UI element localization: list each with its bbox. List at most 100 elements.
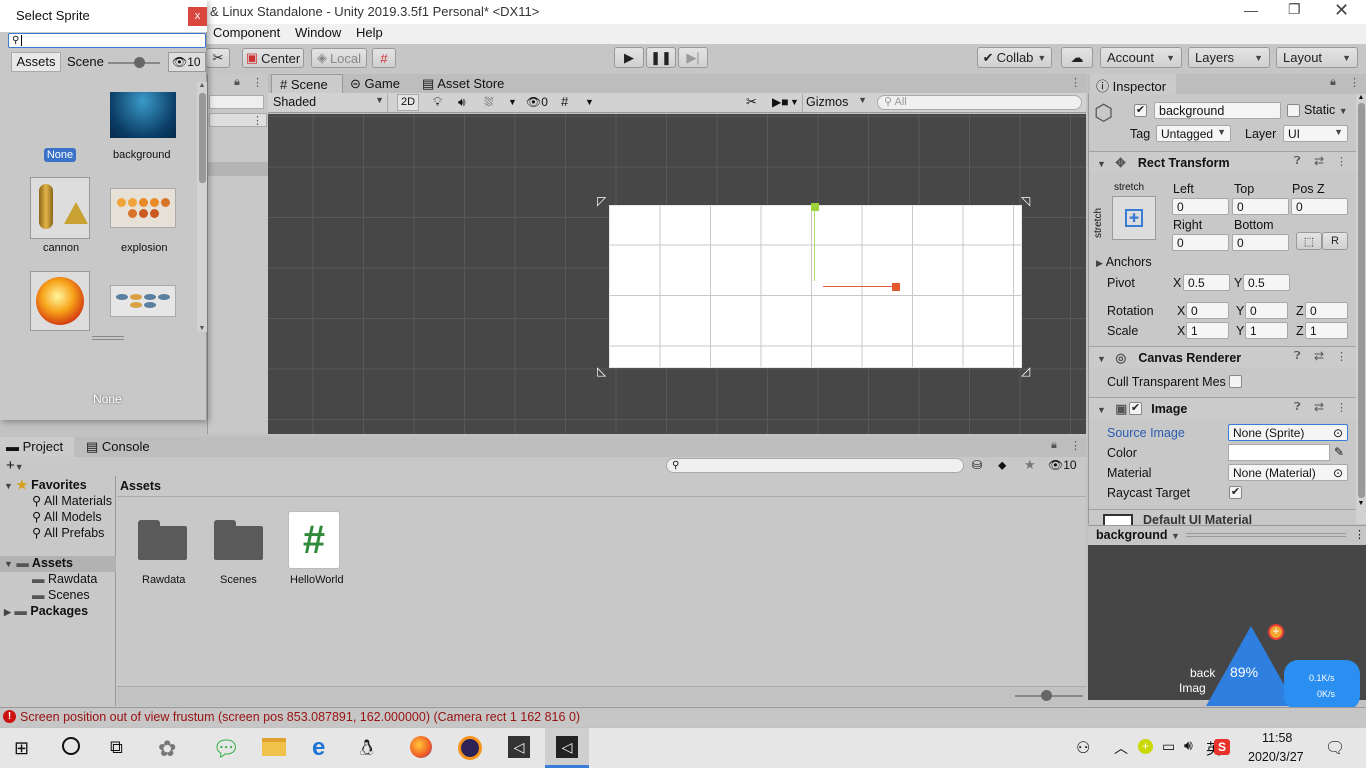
scroll-up-icon[interactable]: ▲ bbox=[197, 82, 207, 89]
layers-button[interactable]: Layers ▼ bbox=[1188, 47, 1270, 68]
presets-icon[interactable]: ⇄ bbox=[1314, 400, 1324, 414]
search-by-type-icon[interactable]: ⛁ bbox=[972, 458, 982, 472]
tray-addon-icon[interactable]: + bbox=[1138, 739, 1153, 754]
camera-icon[interactable]: ▶■ bbox=[772, 95, 788, 109]
app-pinwheel-icon[interactable]: ✿ bbox=[158, 736, 176, 762]
grid-dropdown-icon[interactable]: ▼ bbox=[585, 97, 594, 107]
select-sprite-close-button[interactable]: x bbox=[188, 7, 207, 26]
tab-asset-store[interactable]: ▤ Asset Store bbox=[422, 76, 504, 92]
tag-dropdown[interactable]: Untagged ▼ bbox=[1156, 125, 1231, 142]
effects-dropdown-icon[interactable]: ▼ bbox=[508, 97, 517, 107]
sprite-thumb-fireball[interactable] bbox=[30, 271, 90, 331]
grid-toggle-icon[interactable]: # bbox=[561, 94, 568, 109]
tree-fav-all-materials[interactable]: ⚲ All Materials bbox=[32, 493, 116, 508]
hierarchy-options-icon[interactable]: ⋮ bbox=[252, 114, 263, 127]
anchor-handle-br[interactable]: ◿ bbox=[1021, 364, 1030, 378]
audio-toggle-icon[interactable]: 🔊︎ bbox=[458, 95, 466, 110]
sprite-list-scrollbar[interactable]: ▲ ▼ bbox=[197, 82, 207, 332]
rotation-z-field[interactable]: 0 bbox=[1305, 302, 1348, 319]
eyedropper-icon[interactable]: ✎ bbox=[1334, 445, 1344, 459]
static-label[interactable]: Static ▼ bbox=[1304, 103, 1348, 117]
task-view-button[interactable]: ⧉ bbox=[110, 737, 123, 758]
object-picker-icon[interactable]: ⊙ bbox=[1333, 466, 1343, 480]
color-swatch[interactable] bbox=[1228, 444, 1330, 461]
asset-folder-scenes[interactable] bbox=[214, 520, 264, 560]
sogou-icon[interactable]: S bbox=[1214, 739, 1230, 755]
bottom-field[interactable]: 0 bbox=[1232, 234, 1289, 251]
wechat-icon[interactable]: 💬︎ bbox=[212, 736, 240, 762]
rotation-x-field[interactable]: 0 bbox=[1186, 302, 1229, 319]
inspector-scrollbar[interactable]: ▲ ▼ bbox=[1356, 94, 1366, 524]
raw-edit-button[interactable]: R bbox=[1322, 232, 1348, 250]
anchor-presets-button[interactable]: ✚ bbox=[1112, 196, 1156, 240]
sprite-thumb-background[interactable] bbox=[110, 92, 176, 138]
asset-script-helloworld[interactable]: # bbox=[288, 511, 340, 569]
clock-date[interactable]: 2020/3/27 bbox=[1248, 750, 1304, 764]
material-field[interactable]: None (Material) ⊙ bbox=[1228, 464, 1348, 481]
show-hidden-icons[interactable]: ︿ bbox=[1114, 738, 1128, 758]
tab-game[interactable]: ⊝ Game bbox=[350, 76, 400, 92]
preview-drag-handle[interactable] bbox=[1186, 533, 1346, 537]
static-checkbox[interactable] bbox=[1287, 104, 1300, 117]
presets-icon[interactable]: ⇄ bbox=[1314, 154, 1324, 168]
account-button[interactable]: Account ▼ bbox=[1100, 47, 1182, 68]
effects-toggle-icon[interactable]: ⛆ bbox=[484, 95, 494, 110]
top-field[interactable]: 0 bbox=[1232, 198, 1289, 215]
tree-assets[interactable]: ▼ ▬ Assets bbox=[0, 556, 116, 572]
cloud-button[interactable]: ☁ bbox=[1061, 47, 1093, 68]
camera-dropdown-icon[interactable]: ▼ bbox=[790, 97, 799, 107]
inspector-menu-icon[interactable]: ⋮ bbox=[1349, 76, 1360, 89]
menu-window[interactable]: Window bbox=[295, 25, 341, 40]
preview-splitter[interactable] bbox=[92, 336, 124, 340]
scene-visibility-toggle[interactable]: 👁︎0 bbox=[526, 95, 548, 109]
tree-scenes[interactable]: ▬ Scenes bbox=[32, 588, 90, 602]
layer-dropdown[interactable]: UI ▼ bbox=[1283, 125, 1348, 142]
preview-menu-icon[interactable]: ⋮ bbox=[1354, 528, 1365, 541]
anchor-handle-bl[interactable]: ◺ bbox=[597, 364, 606, 378]
clock-time[interactable]: 11:58 bbox=[1262, 731, 1292, 745]
rect-tool-button[interactable]: ✂ bbox=[206, 48, 230, 68]
scrollbar-thumb[interactable] bbox=[198, 93, 206, 183]
sprite-thumb-explosion[interactable] bbox=[110, 188, 176, 228]
tree-packages[interactable]: ▶ ▬ Packages bbox=[4, 604, 88, 618]
rect-transform-header[interactable]: ▼ ✥ Rect Transform bbox=[1089, 151, 1366, 173]
project-lock-icon[interactable]: 🔒︎ bbox=[1051, 439, 1057, 452]
unity-hub-icon[interactable]: ◁ bbox=[508, 736, 530, 758]
help-icon[interactable]: ❓︎ bbox=[1294, 401, 1301, 414]
object-picker-icon[interactable]: ⊙ bbox=[1333, 426, 1343, 440]
toggle-2d-button[interactable]: 2D bbox=[397, 94, 419, 111]
unity-editor-icon[interactable]: ◁ bbox=[545, 728, 589, 768]
pivot-y-field[interactable]: 0.5 bbox=[1243, 274, 1290, 291]
restore-button[interactable]: ❐ bbox=[1288, 1, 1302, 17]
sprite-hidden-toggle[interactable]: 👁︎10 bbox=[168, 52, 206, 72]
action-center-icon[interactable]: 🗨︎ bbox=[1325, 738, 1345, 758]
menu-help[interactable]: Help bbox=[356, 25, 383, 40]
ui-canvas-rect[interactable] bbox=[609, 205, 1022, 368]
favorites-star-icon[interactable]: ★ bbox=[1024, 457, 1036, 473]
tab-project[interactable]: ▬ Project bbox=[0, 437, 74, 457]
grid-snap-button[interactable]: # bbox=[372, 48, 396, 68]
posz-field[interactable]: 0 bbox=[1291, 198, 1348, 215]
status-message[interactable]: Screen position out of view frustum (scr… bbox=[20, 710, 580, 724]
start-button[interactable]: ⊞ bbox=[14, 738, 29, 759]
project-menu-icon[interactable]: ⋮ bbox=[1070, 439, 1081, 452]
scroll-down-icon[interactable]: ▼ bbox=[1356, 500, 1366, 507]
asset-folder-rawdata[interactable] bbox=[138, 520, 188, 560]
scene-viewport[interactable]: ◸ ◹ ◺ ◿ bbox=[268, 114, 1086, 434]
pivot-center-button[interactable]: ▣ Center bbox=[242, 48, 304, 68]
create-button[interactable]: +▼ bbox=[6, 457, 24, 474]
tools-settings-icon[interactable]: ✂ bbox=[746, 94, 757, 110]
scene-menu-icon[interactable]: ⋮ bbox=[1070, 76, 1081, 89]
gameobject-active-checkbox[interactable]: ✔ bbox=[1134, 104, 1147, 117]
lighting-toggle-icon[interactable]: 💡︎ bbox=[433, 94, 442, 110]
scrollbar-thumb[interactable] bbox=[1357, 103, 1365, 498]
canvas-renderer-header[interactable]: ▼ ◎ Canvas Renderer bbox=[1089, 346, 1366, 368]
scene-search-input[interactable]: ⚲ All bbox=[877, 95, 1082, 110]
sprite-tab-scene[interactable]: Scene bbox=[67, 54, 104, 69]
help-icon[interactable]: ❓︎ bbox=[1294, 350, 1301, 363]
scale-x-field[interactable]: 1 bbox=[1186, 322, 1229, 339]
slider-thumb[interactable] bbox=[1041, 690, 1052, 701]
network-tray-icon[interactable]: ▭ bbox=[1162, 738, 1175, 755]
sprite-thumb-cannon[interactable] bbox=[30, 177, 90, 239]
collab-button[interactable]: ✔ Collab ▼ bbox=[977, 47, 1052, 68]
